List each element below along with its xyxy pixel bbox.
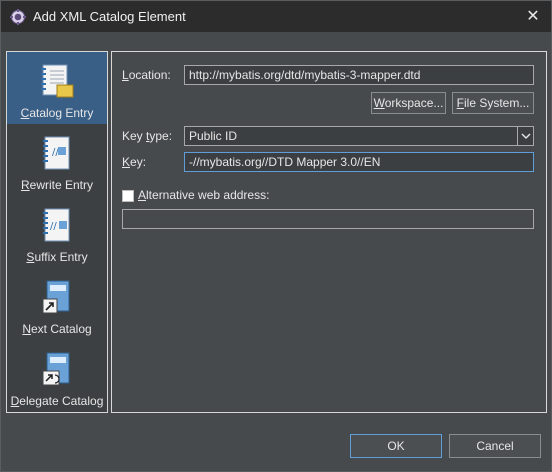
catalog-entry-icon bbox=[41, 64, 74, 98]
alternative-web-address-checkbox[interactable] bbox=[122, 190, 134, 202]
sidebar-item-label: Catalog Entry bbox=[20, 106, 94, 120]
workspace-button[interactable]: Workspace... bbox=[371, 92, 446, 114]
dialog-window: Add XML Catalog Element ✕ Catalog Entry … bbox=[0, 0, 552, 472]
eclipse-gear-icon bbox=[9, 8, 27, 26]
key-label: Key: bbox=[122, 155, 147, 169]
sidebar-item-suffix-entry[interactable]: // Suffix Entry bbox=[7, 196, 107, 268]
key-type-select[interactable]: Public ID bbox=[184, 126, 534, 146]
sidebar-item-label: Next Catalog bbox=[22, 322, 92, 336]
key-input[interactable]: -//mybatis.org//DTD Mapper 3.0//EN bbox=[184, 152, 534, 172]
suffix-entry-icon: // bbox=[43, 208, 70, 242]
ok-button[interactable]: OK bbox=[350, 434, 442, 458]
alternative-web-address-label: Alternative web address: bbox=[138, 188, 270, 202]
sidebar-item-label: Suffix Entry bbox=[26, 250, 88, 264]
file-system-button[interactable]: File System... bbox=[452, 92, 534, 114]
location-input[interactable]: http://mybatis.org/dtd/mybatis-3-mapper.… bbox=[184, 65, 534, 85]
sidebar-item-label: Delegate Catalog bbox=[10, 394, 104, 408]
sidebar-item-catalog-entry[interactable]: Catalog Entry bbox=[7, 52, 107, 124]
sidebar-item-delegate-catalog[interactable]: Delegate Catalog bbox=[7, 340, 107, 412]
alternative-web-address-input[interactable] bbox=[122, 209, 534, 229]
delegate-catalog-icon bbox=[42, 352, 70, 386]
sidebar-item-label: Rewrite Entry bbox=[20, 178, 94, 192]
catalog-element-type-list: Catalog Entry // Rewrite Entry // Suffix… bbox=[6, 51, 108, 413]
window-title: Add XML Catalog Element bbox=[33, 9, 186, 24]
entry-form-panel: Location: http://mybatis.org/dtd/mybatis… bbox=[111, 51, 547, 413]
chevron-down-icon[interactable] bbox=[517, 127, 533, 145]
title-bar: Add XML Catalog Element ✕ bbox=[1, 1, 551, 32]
cancel-button[interactable]: Cancel bbox=[449, 434, 541, 458]
close-button[interactable]: ✕ bbox=[521, 5, 545, 27]
sidebar-item-next-catalog[interactable]: Next Catalog bbox=[7, 268, 107, 340]
svg-text://: // bbox=[50, 221, 57, 232]
key-type-selected-value: Public ID bbox=[189, 129, 238, 143]
next-catalog-icon bbox=[42, 280, 70, 314]
location-label: Location: bbox=[122, 68, 171, 82]
rewrite-entry-icon: // bbox=[43, 136, 70, 170]
key-type-label: Key type: bbox=[122, 129, 173, 143]
sidebar-item-rewrite-entry[interactable]: // Rewrite Entry bbox=[7, 124, 107, 196]
